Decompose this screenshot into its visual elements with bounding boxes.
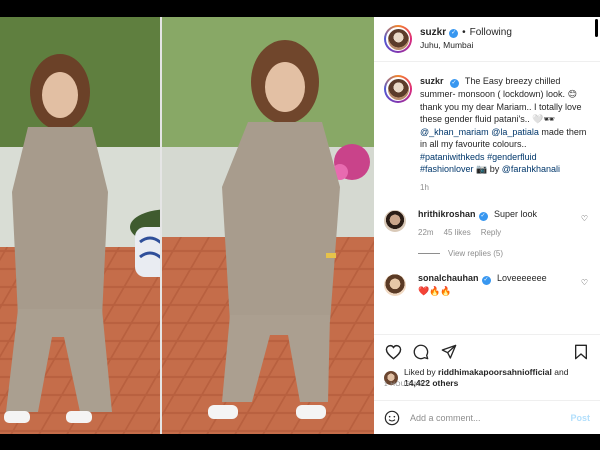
comment-bubble-icon[interactable] xyxy=(412,343,430,361)
verified-badge-icon: ✓ xyxy=(449,79,459,88)
divider-line xyxy=(418,253,440,254)
location-link[interactable]: Juhu, Mumbai xyxy=(420,40,512,51)
and-label: and xyxy=(554,367,569,377)
comment-text: Loveeeeeee xyxy=(497,273,547,283)
view-replies-button[interactable]: View replies (5) xyxy=(418,249,590,258)
verified-badge-icon: ✓ xyxy=(449,29,459,39)
separator-dot: • xyxy=(462,27,466,39)
action-bar: Liked by riddhimakapoorsahniofficial and… xyxy=(374,334,600,388)
post-header: suzkr ✓ • Following Juhu, Mumbai xyxy=(374,17,600,62)
header-username[interactable]: suzkr xyxy=(420,27,446,40)
outfit-photo-collage xyxy=(0,17,374,434)
comment-item: sonalchauhan ✓ Loveeeeeee ❤️🔥🔥 ♡ xyxy=(384,272,590,297)
caption: suzkr ✓ The Easy breezy chilled summer- m… xyxy=(384,75,590,194)
liker-username[interactable]: riddhimakapoorsahniofficial xyxy=(438,367,552,377)
view-replies-label: View replies (5) xyxy=(448,249,503,258)
hashtag-2[interactable]: #genderfluid xyxy=(487,152,537,162)
comment-like-heart-icon[interactable]: ♡ xyxy=(581,278,588,287)
like-heart-icon[interactable] xyxy=(384,343,402,361)
comment-emoji: ❤️🔥🔥 xyxy=(418,286,452,296)
hashtag-1[interactable]: #pataniwithkeds xyxy=(420,152,485,162)
comment-time[interactable]: 22m xyxy=(418,227,434,239)
liked-by-label: Liked by xyxy=(404,367,436,377)
post-comment-button[interactable]: Post xyxy=(570,413,590,423)
comments-section[interactable]: suzkr ✓ The Easy breezy chilled summer- m… xyxy=(374,63,600,334)
emoji-icon[interactable] xyxy=(384,410,400,426)
comment-avatar[interactable] xyxy=(384,210,406,232)
comment-text: Super look xyxy=(494,209,538,219)
reply-button[interactable]: Reply xyxy=(481,227,501,239)
caption-avatar[interactable] xyxy=(384,75,412,103)
add-comment-bar: Post xyxy=(374,400,600,434)
following-button[interactable]: Following xyxy=(470,27,512,40)
caption-mention-2[interactable]: @la_patiala xyxy=(491,127,539,137)
comment-likes[interactable]: 45 likes xyxy=(444,227,471,239)
caption-mention-3[interactable]: @farahkhanali xyxy=(502,164,560,174)
comment-username[interactable]: sonalchauhan xyxy=(418,273,479,283)
post-timestamp[interactable]: 1 HOUR AGO xyxy=(384,381,428,388)
comment-like-heart-icon[interactable]: ♡ xyxy=(581,214,588,223)
comment-username[interactable]: hrithikroshan xyxy=(418,209,476,219)
caption-time: 1h xyxy=(420,182,429,192)
bookmark-icon[interactable] xyxy=(572,343,590,361)
verified-badge-icon: ✓ xyxy=(481,276,491,285)
caption-mention-1[interactable]: @_khan_mariam xyxy=(420,127,489,137)
add-comment-input[interactable] xyxy=(410,412,571,423)
share-paper-plane-icon[interactable] xyxy=(440,343,458,361)
avatar[interactable] xyxy=(384,25,412,53)
scrollbar[interactable] xyxy=(595,19,598,37)
post-photo[interactable] xyxy=(0,17,374,434)
comment-item: hrithikroshan ✓ Super look 22m 45 likes R… xyxy=(384,208,590,239)
comment-avatar[interactable] xyxy=(384,274,406,296)
instagram-post: suzkr ✓ • Following Juhu, Mumbai suzkr ✓ … xyxy=(0,17,600,434)
hashtag-3[interactable]: #fashionlover xyxy=(420,164,474,174)
post-sidebar: suzkr ✓ • Following Juhu, Mumbai suzkr ✓ … xyxy=(374,17,600,434)
verified-badge-icon: ✓ xyxy=(478,212,488,221)
camera-credit: 📷 by xyxy=(476,164,500,174)
caption-username[interactable]: suzkr xyxy=(420,76,444,86)
